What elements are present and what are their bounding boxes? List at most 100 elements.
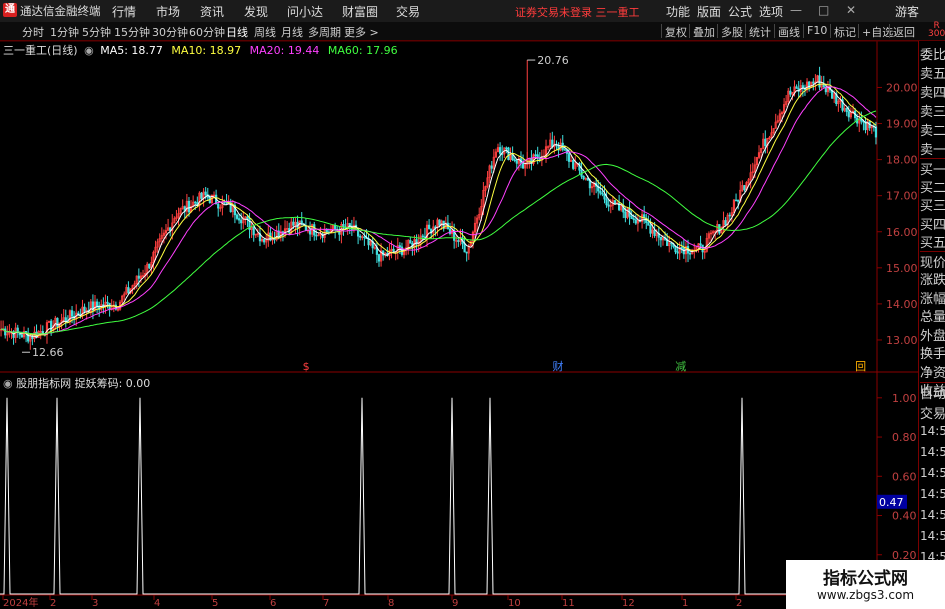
candle-body	[603, 193, 606, 200]
candle-body	[632, 218, 635, 221]
candle-body	[292, 221, 295, 226]
sub-y-tick-label: 0.60	[892, 470, 917, 483]
candle-body	[428, 224, 431, 230]
candle-body	[507, 147, 510, 161]
y-tick-label: 16.00	[886, 226, 918, 239]
candle-body	[680, 247, 683, 249]
sub-y-tick-label: 0.80	[892, 431, 917, 444]
quote-panel-item[interactable]: 自动	[920, 382, 945, 402]
candle-body	[20, 334, 24, 338]
event-marker: 回	[855, 360, 866, 373]
x-tick-label: 2	[736, 598, 742, 609]
quote-panel-item: 卖一	[920, 143, 945, 158]
candle-body	[624, 211, 627, 218]
x-tick-label: 8	[388, 598, 394, 609]
ma10-line	[0, 83, 877, 337]
quote-panel-item: 买五	[920, 236, 945, 251]
candle-body	[572, 159, 575, 169]
indicator-label[interactable]: 股朋指标网 捉妖筹码: 0.00	[16, 377, 150, 390]
candle-body	[674, 246, 677, 253]
candle-body	[334, 224, 337, 231]
candle-body	[689, 252, 692, 255]
candle-body	[847, 111, 850, 118]
sub-y-tick-label: 0.40	[892, 510, 917, 523]
quote-panel-item: 买二	[920, 181, 945, 196]
candle-body	[737, 199, 740, 202]
candle-body	[56, 317, 59, 328]
candle-body	[398, 245, 401, 248]
candle-body	[701, 244, 704, 253]
candle-body	[409, 240, 412, 244]
x-tick-label: 6	[270, 598, 276, 609]
quote-panel-item: 14:56	[920, 487, 945, 501]
quote-panel-item: 14:56	[920, 445, 945, 459]
candle-body	[363, 236, 366, 239]
candle-body	[457, 240, 460, 242]
candle-body	[237, 218, 241, 221]
candle-body	[607, 204, 610, 207]
quote-panel-item: 买四	[920, 218, 945, 233]
candle-body	[70, 310, 74, 317]
kline-chart[interactable]: 20.00 19.00 18.00 17.00 16.00 15.00 14.00 13.00…	[0, 0, 945, 609]
watermark-title: 指标公式网	[823, 569, 908, 589]
candle-body	[50, 320, 53, 332]
candle-body	[634, 219, 637, 224]
quote-panel-item: 卖五	[920, 67, 945, 82]
quote-panel-item: 卖三	[920, 105, 945, 120]
candle-body	[359, 235, 362, 238]
x-tick-label: 3	[92, 598, 98, 609]
y-tick-label: 13.00	[886, 334, 918, 347]
candle-body	[795, 86, 798, 89]
candle-body	[490, 165, 493, 169]
low-price-label: 12.66	[32, 346, 64, 359]
candle-body	[148, 263, 151, 269]
candle-body	[630, 216, 633, 219]
watermark: 指标公式网 www.zbgs3.com	[786, 560, 945, 609]
candle-body	[498, 147, 502, 154]
candle-body	[764, 138, 767, 147]
sub-y-tick-label: 1.00	[892, 392, 917, 405]
candle-body	[874, 126, 878, 138]
quote-panel-item: 涨跌	[920, 273, 945, 288]
quote-panel-item: 14:56	[920, 508, 945, 522]
candle-body	[463, 243, 466, 253]
x-tick-label: 11	[562, 598, 575, 609]
candle-body	[127, 287, 130, 294]
quote-panel-item: 卖二	[920, 124, 945, 139]
settings-icon[interactable]: ◉	[3, 377, 13, 390]
y-tick-label: 15.00	[886, 262, 918, 275]
candle-body	[818, 75, 821, 88]
candle-body	[659, 237, 662, 241]
x-tick-label: 7	[323, 598, 329, 609]
event-marker: 减	[675, 360, 686, 373]
candle-body	[699, 243, 702, 246]
candle-body	[724, 220, 727, 226]
y-tick-label: 19.00	[886, 118, 918, 131]
candle-body	[64, 317, 67, 322]
quote-panel-item: 买一	[920, 158, 945, 178]
y-tick-label: 18.00	[886, 154, 918, 167]
candle-body	[240, 219, 243, 224]
candle-body	[563, 149, 566, 151]
event-marker: 财	[553, 359, 564, 373]
quote-panel-item: 14:56	[920, 466, 945, 480]
x-tick-label: 2024年	[3, 596, 38, 609]
watermark-url: www.zbgs3.com	[816, 588, 915, 602]
current-value-label: 0.47	[879, 496, 904, 509]
quote-panel-item: 买三	[920, 199, 945, 214]
candle-body	[743, 185, 746, 191]
event-marker: $	[303, 360, 310, 373]
candle-body	[246, 216, 249, 220]
quote-panel-item: 净资	[920, 366, 945, 381]
y-tick-label: 17.00	[886, 190, 918, 203]
candle-body	[377, 254, 381, 262]
candle-body	[676, 251, 679, 254]
quote-panel-item[interactable]: 交易	[920, 403, 945, 422]
candle-body	[308, 229, 312, 235]
candle-body	[653, 229, 656, 236]
candle-body	[601, 192, 604, 195]
ma5-line	[0, 81, 877, 338]
candle-body	[83, 306, 86, 312]
candle-body	[194, 201, 197, 204]
candle-body	[734, 199, 738, 202]
